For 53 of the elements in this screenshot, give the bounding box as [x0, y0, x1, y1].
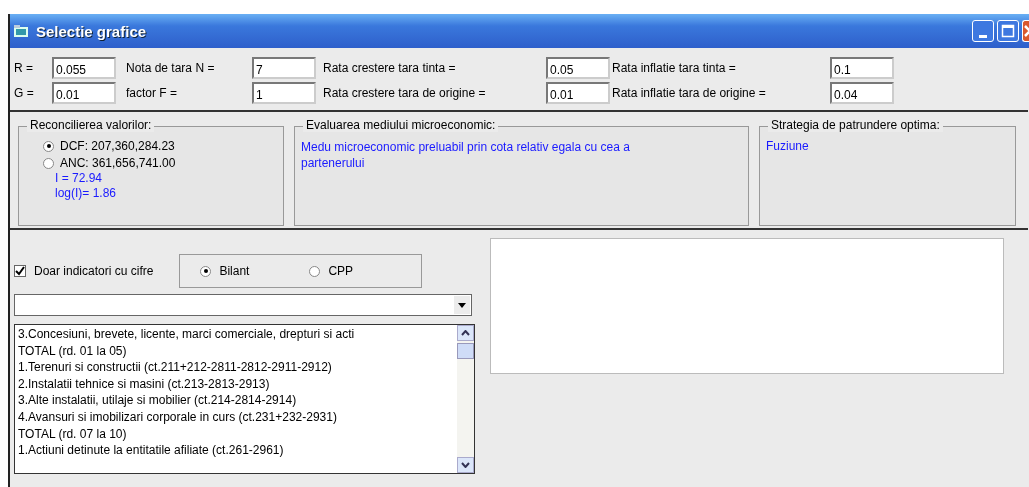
maximize-icon — [1001, 24, 1015, 38]
radio-label: CPP — [328, 264, 354, 278]
parameter-label: Rata crestere tara tinta = — [323, 61, 457, 75]
list-item[interactable]: 1.Terenuri si constructii (ct.211+212-2811-2812-2911-2912) — [18, 359, 454, 376]
radio-label: ANC: 361,656,741.00 — [60, 156, 176, 170]
parameter-label: Rata crestere tara de origine = — [323, 86, 487, 100]
radio-button[interactable] — [309, 265, 321, 277]
radio-label: DCF: 207,360,284.23 — [60, 139, 175, 153]
parameter-label: Nota de tara N = — [126, 61, 216, 75]
checkbox[interactable] — [14, 265, 26, 277]
minimize-button[interactable] — [972, 20, 994, 42]
list-item[interactable]: TOTAL (rd. 01 la 05) — [18, 342, 454, 360]
radio-label: Bilant — [219, 264, 250, 278]
scrollbar[interactable] — [457, 325, 474, 473]
list-item[interactable]: 2.Instalatii tehnice si masini (ct.213-2813-2913) — [18, 375, 454, 393]
scroll-up-icon[interactable] — [457, 325, 474, 341]
group-title: Strategia de patrundere optima: — [768, 118, 943, 132]
checkbox-label: Doar indicatori cu cifre — [34, 264, 154, 278]
radio-button[interactable] — [43, 140, 54, 152]
strategy-text: Fuziune — [766, 139, 809, 153]
list-item[interactable]: 1.Actiuni detinute la entitatile afiliate (ct.261-2961) — [18, 442, 454, 459]
evaluation-text: Medu microeconomic preluabil prin cota relativ egala cu cea a partenerului — [301, 139, 631, 171]
radio-button[interactable] — [200, 265, 212, 277]
maximize-button[interactable] — [997, 20, 1019, 42]
result-text: log(I)= 1.86 — [55, 186, 117, 200]
minimize-icon — [979, 34, 987, 38]
parameter-label: Rata inflatie tara de origine = — [612, 86, 767, 100]
parameter-field[interactable]: 0.05 — [546, 57, 610, 79]
parameter-field[interactable]: 0.01 — [52, 82, 116, 104]
parameter-field[interactable]: 7 — [252, 57, 316, 79]
parameter-field[interactable]: 0.055 — [52, 57, 116, 79]
list-item[interactable]: 3.Alte instalatii, utilaje si mobilier (ct.214-2814-2914) — [18, 392, 454, 409]
parameter-field[interactable]: 0.1 — [830, 57, 894, 79]
parameter-field[interactable]: 1 — [252, 82, 316, 104]
parameter-label: G = — [14, 86, 35, 100]
radio-button[interactable] — [43, 157, 54, 169]
parameter-label: Rata inflatie tara tinta = — [612, 61, 737, 75]
indicator-combobox[interactable] — [14, 294, 472, 316]
scroll-down-icon[interactable] — [457, 457, 474, 473]
parameter-field[interactable]: 0.04 — [830, 82, 894, 104]
window-title: Selectie grafice — [36, 22, 147, 40]
group-title: Evaluarea mediului microeconomic: — [303, 118, 499, 132]
dropdown-icon — [454, 296, 470, 314]
parameter-label: factor F = — [126, 86, 179, 100]
group-title: Reconcilierea valorilor: — [27, 118, 155, 132]
parameter-label: R = — [14, 61, 34, 75]
list-item[interactable]: 4.Avansuri si imobilizari corporale in curs (ct.231+232-2931) — [18, 408, 454, 426]
list-item[interactable]: 3.Concesiuni, brevete, licente, marci comerciale, drepturi si acti — [18, 326, 454, 343]
result-text: I = 72.94 — [55, 171, 103, 185]
scroll-thumb[interactable] — [457, 343, 474, 359]
window-icon — [14, 25, 28, 37]
list-item[interactable]: TOTAL (rd. 07 la 10) — [18, 425, 454, 443]
parameter-field[interactable]: 0.01 — [546, 82, 610, 104]
